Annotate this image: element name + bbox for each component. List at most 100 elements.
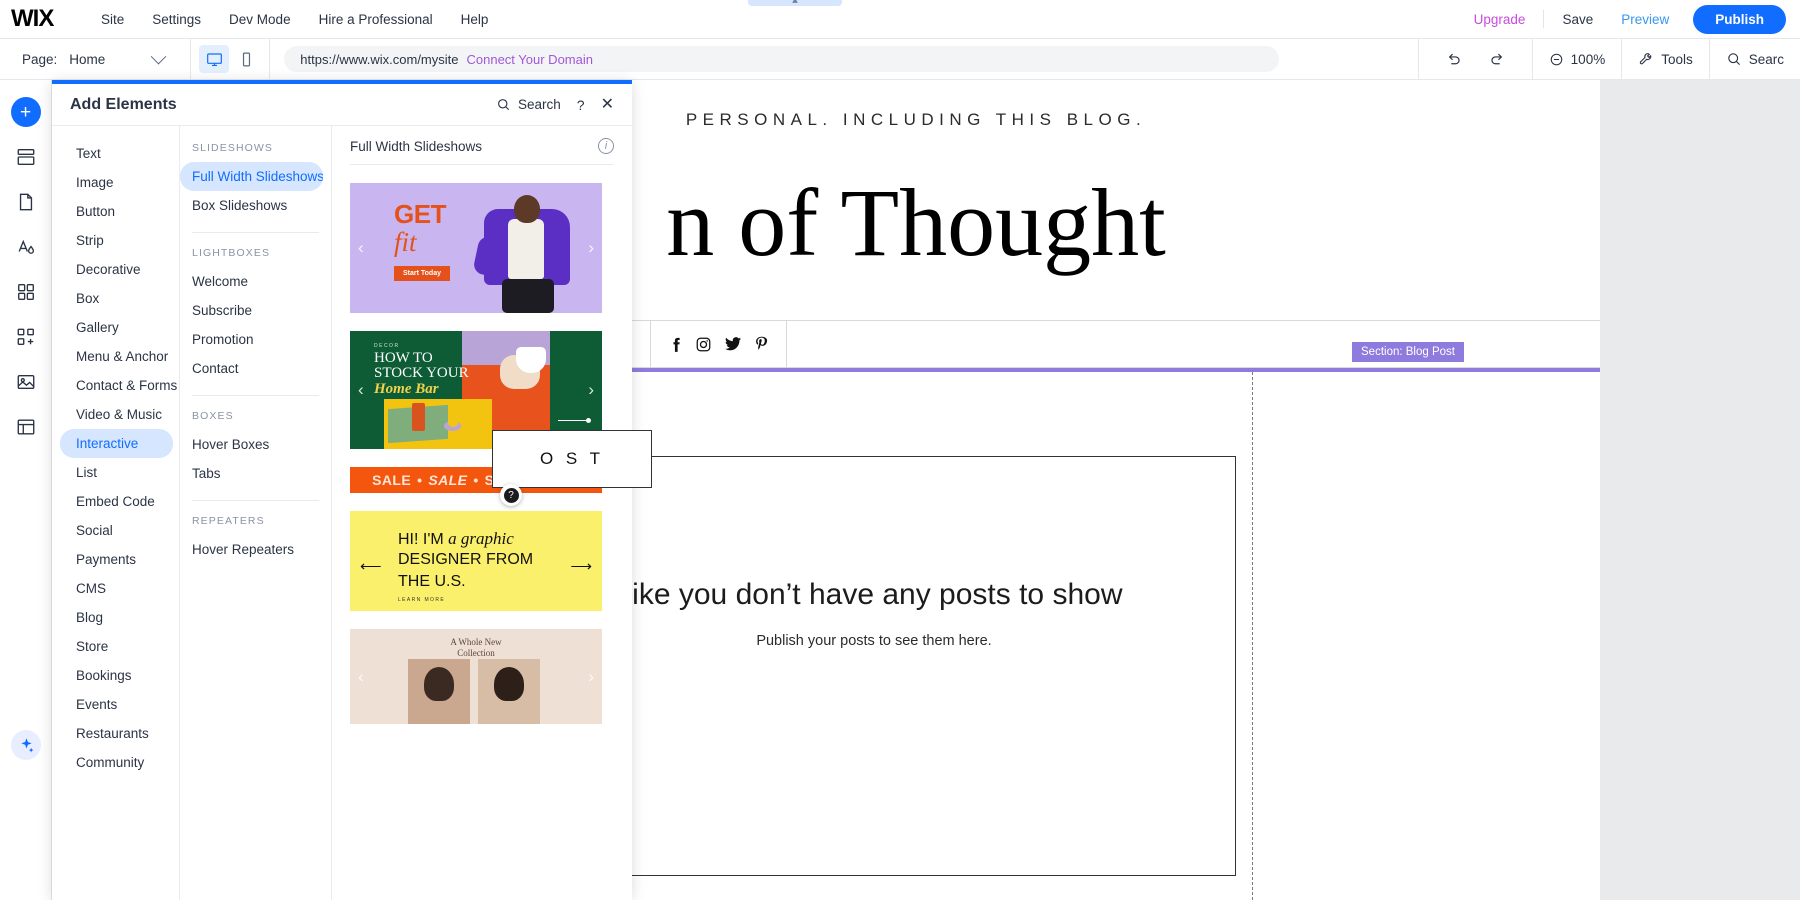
- add-elements-panel[interactable]: Add Elements Search ? ✕ Text Image Butto…: [52, 80, 632, 900]
- menu-item-dev-mode[interactable]: Dev Mode: [215, 6, 305, 33]
- sidebar-item-add-elements[interactable]: +: [8, 94, 44, 130]
- menu-item-site[interactable]: Site: [87, 6, 138, 33]
- ai-assistant-button[interactable]: [11, 730, 41, 760]
- connect-domain-link[interactable]: Connect Your Domain: [467, 52, 593, 67]
- sidebar-item-sections[interactable]: [8, 139, 44, 175]
- help-icon[interactable]: ?: [500, 484, 522, 506]
- menu-item-help[interactable]: Help: [447, 6, 503, 33]
- section-badge[interactable]: Section: Blog Post: [1352, 342, 1464, 362]
- subitem-box-slideshows[interactable]: Box Slideshows: [180, 191, 323, 220]
- panel-category-list[interactable]: Text Image Button Strip Decorative Box G…: [52, 126, 180, 900]
- publish-button[interactable]: Publish: [1693, 5, 1786, 34]
- thumb5-line1: A Whole New: [450, 637, 501, 647]
- chevron-down-icon[interactable]: [151, 48, 167, 64]
- subitem-promotion[interactable]: Promotion: [180, 325, 323, 354]
- chevron-right-icon[interactable]: ›: [588, 238, 594, 258]
- collapse-handle[interactable]: [748, 0, 842, 6]
- thumbnail-graphic-designer[interactable]: HI! I'M a graphic DESIGNER FROM THE U.S.…: [350, 511, 632, 611]
- panel-search-button[interactable]: Search: [496, 97, 561, 112]
- sidebar-item-apps[interactable]: [8, 274, 44, 310]
- subitem-contact[interactable]: Contact: [180, 354, 323, 383]
- left-icon-rail: +: [0, 80, 52, 900]
- preview-button[interactable]: Preview: [1607, 6, 1683, 33]
- sidebar-item-image[interactable]: Image: [60, 168, 173, 197]
- sidebar-item-decorative[interactable]: Decorative: [60, 255, 173, 284]
- sidebar-item-interactive[interactable]: Interactive: [60, 429, 173, 458]
- chevron-right-icon[interactable]: ›: [588, 667, 594, 687]
- menu-item-settings[interactable]: Settings: [138, 6, 215, 33]
- sidebar-item-theme[interactable]: [8, 229, 44, 265]
- tools-button[interactable]: Tools: [1621, 39, 1709, 80]
- sidebar-item-cms[interactable]: CMS: [60, 574, 173, 603]
- chevron-left-icon[interactable]: ‹: [358, 238, 364, 258]
- upgrade-button[interactable]: Upgrade: [1460, 6, 1540, 33]
- panel-header-actions: Search ? ✕: [496, 97, 614, 113]
- ai-sparkle-icon: [11, 730, 41, 760]
- instagram-icon[interactable]: [696, 337, 711, 352]
- facebook-icon[interactable]: [669, 337, 682, 352]
- panel-subcategory-list[interactable]: SLIDESHOWS Full Width Slideshows Box Sli…: [180, 126, 332, 900]
- desktop-view-button[interactable]: [199, 45, 229, 73]
- sidebar-item-my-business[interactable]: [8, 319, 44, 355]
- thumbnail-new-collection[interactable]: A Whole New Collection ‹ ›: [350, 629, 632, 724]
- thumb2-kicker: DECOR: [374, 343, 400, 349]
- chevron-right-icon[interactable]: ›: [588, 380, 594, 400]
- thumbnail-get-fit[interactable]: GET fit Start Today ‹ ›: [350, 183, 632, 313]
- twitter-icon[interactable]: [725, 337, 741, 351]
- sidebar-item-menu-anchor[interactable]: Menu & Anchor: [60, 342, 173, 371]
- sidebar-item-restaurants[interactable]: Restaurants: [60, 719, 173, 748]
- chevron-left-icon[interactable]: ‹: [358, 667, 364, 687]
- mobile-view-button[interactable]: [231, 45, 261, 73]
- sidebar-item-media[interactable]: [8, 364, 44, 400]
- info-icon[interactable]: i: [598, 138, 614, 154]
- subitem-tabs[interactable]: Tabs: [180, 459, 323, 488]
- sidebar-item-payments[interactable]: Payments: [60, 545, 173, 574]
- group-header-lightboxes: LIGHTBOXES: [180, 247, 331, 267]
- sidebar-item-button[interactable]: Button: [60, 197, 173, 226]
- menu-item-hire-a-professional[interactable]: Hire a Professional: [305, 6, 447, 33]
- sidebar-item-list[interactable]: List: [60, 458, 173, 487]
- page-name[interactable]: Home: [69, 52, 105, 67]
- subitem-welcome[interactable]: Welcome: [180, 267, 323, 296]
- sidebar-item-text[interactable]: Text: [60, 139, 173, 168]
- sidebar-item-events[interactable]: Events: [60, 690, 173, 719]
- sidebar-item-gallery[interactable]: Gallery: [60, 313, 173, 342]
- arrow-right-icon[interactable]: ⟶: [570, 557, 592, 575]
- sidebar-item-cms[interactable]: [8, 409, 44, 445]
- save-button[interactable]: Save: [1548, 6, 1607, 33]
- zoom-control[interactable]: 100%: [1532, 39, 1622, 80]
- thumb1-button: Start Today: [394, 266, 450, 281]
- site-url-bar[interactable]: https://www.wix.com/mysite Connect Your …: [284, 46, 1279, 72]
- wix-logo[interactable]: WIX: [11, 5, 77, 33]
- sidebar-item-pages[interactable]: [8, 184, 44, 220]
- sidebar-item-embed-code[interactable]: Embed Code: [60, 487, 173, 516]
- close-icon[interactable]: ✕: [601, 97, 614, 113]
- subitem-full-width-slideshows[interactable]: Full Width Slideshows: [180, 162, 323, 191]
- undo-icon[interactable]: [1435, 51, 1472, 68]
- blog-post-label[interactable]: O S T: [492, 430, 652, 488]
- redo-icon[interactable]: [1479, 51, 1516, 68]
- arrow-left-icon[interactable]: ⟵: [360, 557, 382, 575]
- social-bar[interactable]: [651, 321, 787, 367]
- subitem-hover-boxes[interactable]: Hover Boxes: [180, 430, 323, 459]
- sidebar-item-bookings[interactable]: Bookings: [60, 661, 173, 690]
- sidebar-item-strip[interactable]: Strip: [60, 226, 173, 255]
- sidebar-item-box[interactable]: Box: [60, 284, 173, 313]
- group-header-repeaters: REPEATERS: [180, 515, 331, 535]
- sidebar-item-store[interactable]: Store: [60, 632, 173, 661]
- chevron-left-icon[interactable]: ‹: [358, 380, 364, 400]
- thumb4-line3: THE U.S.: [398, 573, 466, 591]
- device-switcher: [191, 45, 269, 73]
- panel-preview-column[interactable]: Full Width Slideshows i GET fit: [332, 126, 632, 900]
- editor-search[interactable]: Searc: [1709, 39, 1800, 80]
- sidebar-item-video-music[interactable]: Video & Music: [60, 400, 173, 429]
- divider: [269, 39, 270, 80]
- subitem-hover-repeaters[interactable]: Hover Repeaters: [180, 535, 323, 564]
- sidebar-item-contact-forms[interactable]: Contact & Forms: [60, 371, 173, 400]
- pinterest-icon[interactable]: [755, 336, 768, 352]
- sidebar-item-community[interactable]: Community: [60, 748, 173, 777]
- sidebar-item-social[interactable]: Social: [60, 516, 173, 545]
- panel-help-button[interactable]: ?: [577, 97, 585, 113]
- sidebar-item-blog[interactable]: Blog: [60, 603, 173, 632]
- subitem-subscribe[interactable]: Subscribe: [180, 296, 323, 325]
